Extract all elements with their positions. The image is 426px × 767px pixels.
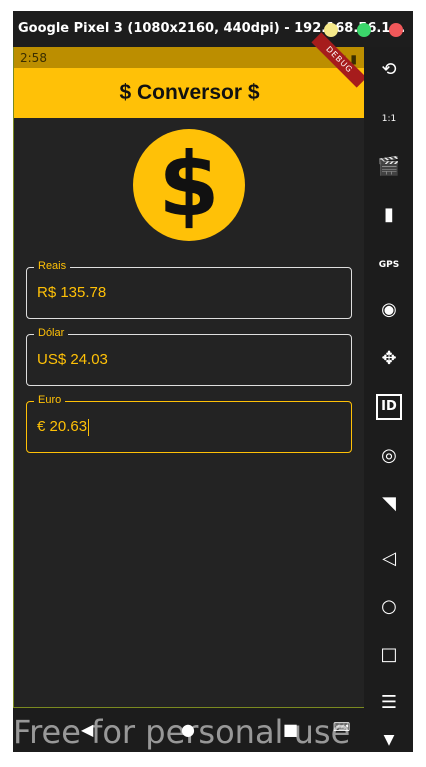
minimize-button[interactable] <box>324 23 338 37</box>
reais-value[interactable]: R$ 135.78 <box>37 284 106 301</box>
status-time: 2:58 <box>20 51 47 65</box>
app-title: $ Conversor $ <box>119 81 260 104</box>
window-titlebar: Google Pixel 3 (1080x2160, 440dpi) - 192… <box>13 11 413 47</box>
one-to-one-icon[interactable]: 1:1 <box>376 106 402 132</box>
euro-label: Euro <box>34 394 66 406</box>
euro-field[interactable]: Euro € 20.63 <box>26 394 352 453</box>
dolar-value[interactable]: US$ 24.03 <box>37 351 108 368</box>
emulator-sidebar: ⟲ 1:1 🎬 ▮ GPS ◉ ✥ ID ◎ ◥ ◁ ○ □ ☰ ▼ <box>364 47 413 752</box>
battery-icon[interactable]: ▮ <box>376 202 402 228</box>
window-title: Google Pixel 3 (1080x2160, 440dpi) - 192… <box>18 21 406 36</box>
dpad-icon[interactable]: ✥ <box>376 346 402 372</box>
camera-icon[interactable]: ◉ <box>376 297 402 323</box>
dollar-coin-icon: $ <box>133 129 245 241</box>
id-icon[interactable]: ID <box>376 394 402 420</box>
back-icon[interactable]: ◁ <box>376 546 402 572</box>
maximize-button[interactable] <box>357 23 371 37</box>
rotate-icon[interactable]: ⟲ <box>376 57 402 83</box>
dolar-label: Dólar <box>34 327 69 339</box>
close-button[interactable] <box>389 23 403 37</box>
text-caret <box>88 418 90 436</box>
reais-label: Reais <box>34 260 71 272</box>
media-icon[interactable]: 🎬 <box>376 154 402 180</box>
reais-field[interactable]: Reais R$ 135.78 <box>26 260 352 319</box>
app-bar: $ Conversor $ <box>14 68 365 118</box>
home-icon[interactable]: ○ <box>376 594 402 620</box>
dolar-field[interactable]: Dólar US$ 24.03 <box>26 327 352 386</box>
cast-icon[interactable]: ◥ <box>376 491 402 517</box>
watermark: Free for personal use <box>13 713 351 751</box>
menu-icon[interactable]: ☰ <box>376 690 402 716</box>
device-screen: 2:58 ◢ ▮ $ Conversor $ DEBUG $ Reais R$ … <box>13 32 367 708</box>
euro-value-text: € 20.63 <box>37 418 88 435</box>
euro-value[interactable]: € 20.63 <box>37 418 90 436</box>
status-bar: 2:58 ◢ ▮ <box>14 47 365 68</box>
gps-icon[interactable]: GPS <box>376 252 402 278</box>
fingerprint-icon[interactable]: ◎ <box>376 443 402 469</box>
chevron-down-icon[interactable]: ▼ <box>376 727 402 753</box>
overview-icon[interactable]: □ <box>376 642 402 668</box>
